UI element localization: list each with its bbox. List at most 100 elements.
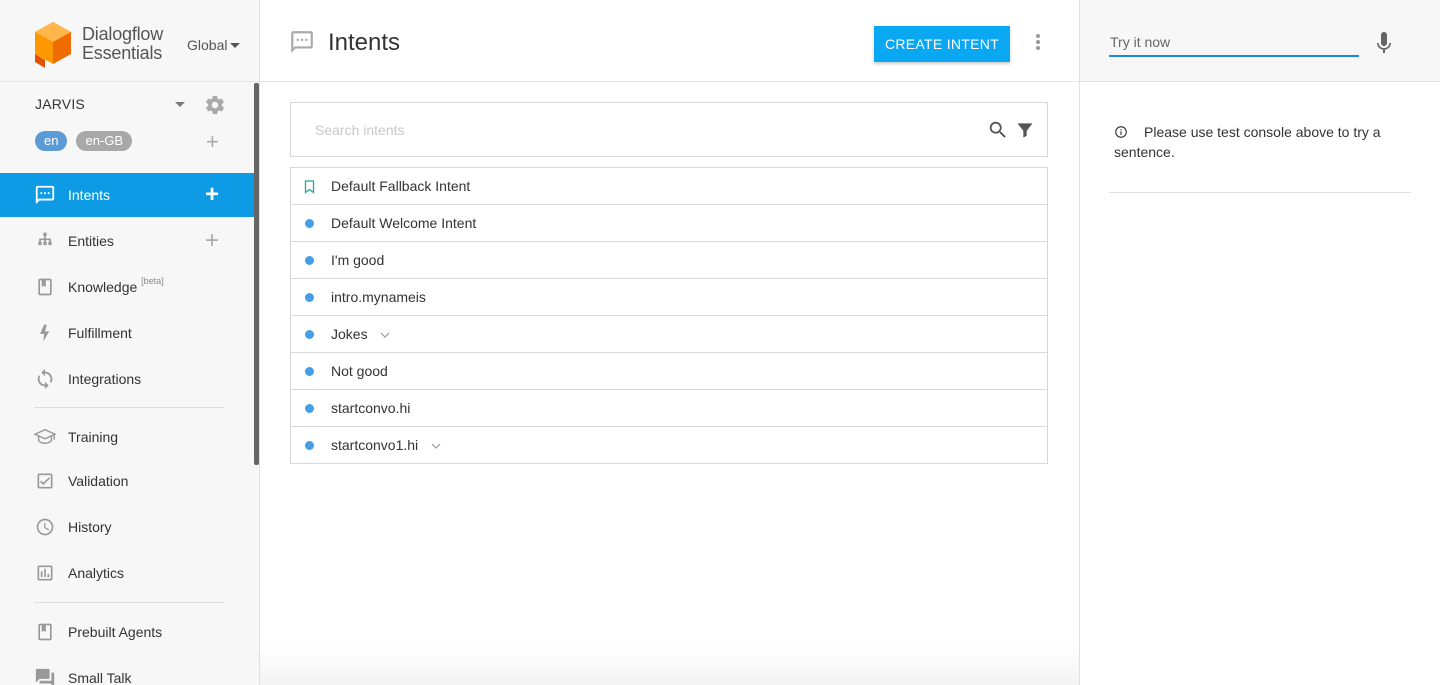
sidebar-item-label: Prebuilt Agents (68, 624, 163, 640)
agent-selector[interactable]: JARVIS (35, 94, 230, 116)
intent-row[interactable]: Jokes (291, 316, 1047, 353)
info-text: Please use test console above to try a s… (1114, 124, 1381, 160)
region-label: Global (187, 37, 228, 53)
bookmark-icon (304, 180, 315, 194)
main-header: Intents CREATE INTENT (260, 0, 1079, 82)
sidebar-divider (34, 407, 224, 408)
intent-row[interactable]: startconvo.hi (291, 390, 1047, 427)
region-selector[interactable]: Global (187, 37, 241, 53)
chevron-down-icon[interactable] (431, 443, 441, 449)
intent-row[interactable]: Not good (291, 353, 1047, 390)
add-language-icon[interactable]: + (206, 131, 219, 153)
chat-bubbles-icon (34, 667, 56, 685)
sidebar-item-label: Entities (68, 233, 114, 249)
intent-list: Default Fallback Intent Default Welcome … (290, 167, 1048, 464)
intent-dot-icon (305, 441, 314, 450)
sidebar-item-intents[interactable]: Intents + (0, 173, 254, 217)
gear-icon[interactable] (204, 94, 226, 116)
intent-name: Not good (331, 363, 388, 379)
intent-name: Jokes (331, 326, 368, 342)
search-input[interactable] (291, 103, 971, 156)
sidebar-header: Dialogflow Essentials Global (0, 0, 259, 82)
intent-row[interactable]: startconvo1.hi (291, 427, 1047, 464)
sidebar-divider (34, 602, 224, 603)
language-list: en en-GB (35, 131, 133, 153)
intent-name: startconvo.hi (331, 400, 411, 416)
dialogflow-logo-icon[interactable] (33, 20, 73, 70)
page-title: Intents (328, 29, 401, 56)
sidebar-item-label: Intents (68, 187, 111, 203)
more-options-icon[interactable] (1035, 34, 1041, 52)
intent-name: Default Fallback Intent (331, 178, 471, 194)
search-icon[interactable] (987, 119, 1009, 141)
sidebar-item-history[interactable]: History (0, 505, 254, 549)
graduation-cap-icon (34, 426, 56, 448)
sidebar-item-fulfillment[interactable]: Fulfillment (0, 311, 254, 355)
intent-row[interactable]: Default Fallback Intent (291, 168, 1047, 205)
check-box-icon (34, 470, 56, 492)
intent-row[interactable]: Default Welcome Intent (291, 205, 1047, 242)
test-console: Please use test console above to try a s… (1079, 0, 1440, 685)
beta-badge: [beta] (141, 276, 164, 286)
info-message: Please use test console above to try a s… (1114, 122, 1412, 162)
chat-icon (291, 31, 313, 53)
create-intent-button[interactable]: CREATE INTENT (874, 26, 1010, 62)
bookmark-icon (34, 621, 56, 643)
filter-icon[interactable] (1015, 120, 1035, 140)
sidebar-item-integrations[interactable]: Integrations (0, 357, 254, 401)
add-entity-icon[interactable]: + (205, 229, 219, 253)
sidebar-item-label: Small Talk (68, 670, 132, 685)
test-console-header (1080, 0, 1440, 82)
brand-name: Dialogflow Essentials (82, 25, 163, 63)
intent-dot-icon (305, 219, 314, 228)
intent-row[interactable]: I'm good (291, 242, 1047, 279)
sidebar-item-training[interactable]: Training (0, 415, 254, 459)
main-content: Intents CREATE INTENT Default Fallback I… (260, 0, 1079, 685)
sidebar: Dialogflow Essentials Global JARVIS en e… (0, 0, 260, 685)
intent-dot-icon (305, 404, 314, 413)
intent-dot-icon (305, 293, 314, 302)
intent-name: startconvo1.hi (331, 437, 419, 453)
sidebar-item-analytics[interactable]: Analytics (0, 551, 254, 595)
book-icon (34, 276, 56, 298)
language-pill-en[interactable]: en (35, 131, 68, 151)
sidebar-item-label: Training (68, 429, 119, 445)
sidebar-item-label: History (68, 519, 112, 535)
intent-name: Default Welcome Intent (331, 215, 477, 231)
language-pill-en-gb[interactable]: en-GB (76, 131, 133, 151)
sidebar-scrollbar[interactable] (254, 83, 259, 465)
sidebar-item-label: Validation (68, 473, 129, 489)
sidebar-item-knowledge[interactable]: Knowledge [beta] (0, 265, 254, 309)
hierarchy-icon (34, 230, 56, 252)
sync-icon (34, 368, 56, 390)
clock-icon (34, 516, 56, 538)
add-intent-icon[interactable]: + (205, 183, 219, 207)
search-bar (290, 102, 1048, 157)
intent-name: intro.mynameis (331, 289, 426, 305)
agent-dropdown-icon[interactable] (175, 102, 185, 107)
knowledge-label: Knowledge (68, 279, 138, 295)
bar-chart-icon (34, 562, 56, 584)
sidebar-item-label: Fulfillment (68, 325, 132, 341)
brand-line-2: Essentials (82, 43, 163, 63)
intent-dot-icon (305, 367, 314, 376)
sidebar-item-label: Knowledge [beta] (68, 276, 164, 295)
intent-name: I'm good (331, 252, 385, 268)
bolt-icon (34, 322, 56, 344)
sidebar-item-label: Integrations (68, 371, 142, 387)
try-it-now-input[interactable] (1109, 29, 1359, 57)
console-divider (1109, 192, 1411, 193)
agent-name: JARVIS (35, 96, 85, 112)
sidebar-item-entities[interactable]: Entities + (0, 219, 254, 263)
chevron-down-icon[interactable] (380, 332, 390, 338)
sidebar-item-validation[interactable]: Validation (0, 459, 254, 503)
microphone-icon[interactable] (1376, 31, 1392, 55)
chat-icon (34, 184, 56, 206)
info-icon (1115, 126, 1127, 138)
intent-dot-icon (305, 256, 314, 265)
sidebar-item-prebuilt-agents[interactable]: Prebuilt Agents (0, 610, 254, 654)
intent-row[interactable]: intro.mynameis (291, 279, 1047, 316)
sidebar-item-small-talk[interactable]: Small Talk (0, 656, 254, 685)
sidebar-item-label: Analytics (68, 565, 125, 581)
brand-line-1: Dialogflow (82, 24, 164, 44)
